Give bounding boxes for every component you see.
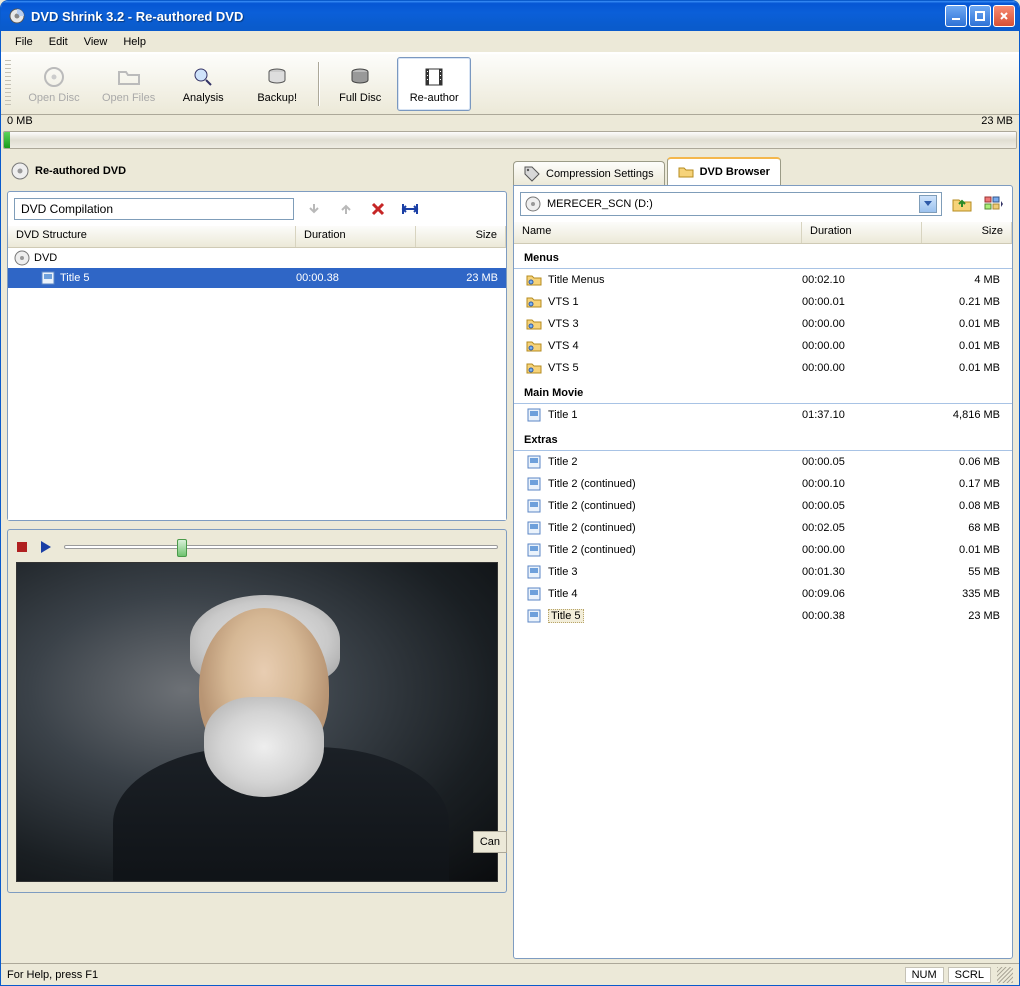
status-num: NUM: [905, 967, 944, 983]
col-size[interactable]: Size: [922, 222, 1012, 243]
re-author-button[interactable]: Re-author: [397, 57, 471, 111]
x-icon: [370, 201, 386, 217]
right-list-header: Name Duration Size: [514, 222, 1012, 244]
browser-row[interactable]: Title 400:09.06335 MB: [514, 583, 1012, 605]
size-min: 0 MB: [7, 115, 33, 131]
disc-icon: [42, 65, 66, 89]
menu-file[interactable]: File: [7, 34, 41, 50]
main-area: Re-authored DVD DVD Structure Duration S…: [1, 153, 1019, 963]
magnifier-icon: [191, 65, 215, 89]
status-bar: For Help, press F1 NUM SCRL: [1, 963, 1019, 985]
col-duration[interactable]: Duration: [296, 226, 416, 247]
browser-row[interactable]: VTS 100:00.010.21 MB: [514, 291, 1012, 313]
maximize-button[interactable]: [969, 5, 991, 27]
view-options-button[interactable]: [982, 193, 1006, 215]
analysis-button[interactable]: Analysis: [166, 57, 240, 111]
menu-help[interactable]: Help: [115, 34, 154, 50]
compilation-name-input[interactable]: [14, 198, 294, 220]
film-icon: [422, 65, 446, 89]
window-buttons: [945, 5, 1015, 27]
status-scrl: SCRL: [948, 967, 991, 983]
browser-row[interactable]: Title 2 (continued)00:00.000.01 MB: [514, 539, 1012, 561]
app-icon: [9, 8, 25, 24]
section-title: Main Movie: [514, 381, 1012, 404]
tree-row[interactable]: Title 500:00.3823 MB: [8, 268, 506, 288]
browser-row[interactable]: VTS 400:00.000.01 MB: [514, 335, 1012, 357]
size-labels: 0 MB 23 MB: [1, 115, 1019, 131]
folder-up-icon: [952, 195, 972, 213]
cancel-button[interactable]: Can: [473, 831, 507, 853]
tree-row[interactable]: DVD: [8, 248, 506, 268]
col-structure[interactable]: DVD Structure: [8, 226, 296, 247]
structure-tree[interactable]: DVDTitle 500:00.3823 MB: [8, 248, 506, 520]
browser-row[interactable]: Title 500:00.3823 MB: [514, 605, 1012, 627]
col-name[interactable]: Name: [514, 222, 802, 243]
browser-row[interactable]: VTS 300:00.000.01 MB: [514, 313, 1012, 335]
col-duration[interactable]: Duration: [802, 222, 922, 243]
right-panel: Compression Settings DVD Browser MERECER…: [513, 157, 1013, 959]
preview-image: [16, 562, 498, 882]
tab-dvd-browser[interactable]: DVD Browser: [667, 157, 781, 185]
col-size[interactable]: Size: [416, 226, 506, 247]
right-tabs: Compression Settings DVD Browser: [513, 157, 1013, 185]
size-max: 23 MB: [981, 115, 1013, 131]
browser-row[interactable]: Title 200:00.050.06 MB: [514, 451, 1012, 473]
menu-bar: File Edit View Help: [1, 31, 1019, 53]
tag-icon: [524, 166, 540, 182]
trim-button[interactable]: [398, 198, 422, 220]
size-progress: [3, 131, 1017, 149]
preview-slider[interactable]: [64, 538, 498, 556]
browser-list[interactable]: MenusTitle Menus00:02.104 MBVTS 100:00.0…: [514, 244, 1012, 958]
close-button[interactable]: [993, 5, 1015, 27]
titlebar[interactable]: DVD Shrink 3.2 - Re-authored DVD: [1, 1, 1019, 31]
browser-row[interactable]: Title 300:01.3055 MB: [514, 561, 1012, 583]
left-panel-header: Re-authored DVD: [7, 157, 507, 185]
preview-panel: Can: [7, 529, 507, 893]
status-help: For Help, press F1: [7, 969, 901, 981]
left-panel: Re-authored DVD DVD Structure Duration S…: [7, 157, 507, 959]
toolbar: Open Disc Open Files Analysis Backup! Fu…: [1, 53, 1019, 115]
chevron-down-icon: [919, 195, 937, 213]
move-up-button[interactable]: [334, 198, 358, 220]
drive-select[interactable]: MERECER_SCN (D:): [520, 192, 942, 216]
browser-row[interactable]: Title Menus00:02.104 MB: [514, 269, 1012, 291]
folder-open-icon: [117, 65, 141, 89]
left-list-header: DVD Structure Duration Size: [8, 226, 506, 248]
browser-row[interactable]: Title 101:37.104,816 MB: [514, 404, 1012, 426]
toolbar-grip[interactable]: [5, 60, 11, 108]
browser-row[interactable]: Title 2 (continued)00:00.050.08 MB: [514, 495, 1012, 517]
section-title: Menus: [514, 246, 1012, 269]
browser-row[interactable]: Title 2 (continued)00:02.0568 MB: [514, 517, 1012, 539]
trim-icon: [401, 201, 419, 217]
move-down-button[interactable]: [302, 198, 326, 220]
arrow-down-icon: [306, 201, 322, 217]
disc-icon: [525, 196, 541, 212]
browser-row[interactable]: VTS 500:00.000.01 MB: [514, 357, 1012, 379]
section-title: Extras: [514, 428, 1012, 451]
toolbar-separator: [318, 62, 319, 106]
stop-icon[interactable]: [16, 541, 28, 553]
browser-row[interactable]: Title 2 (continued)00:00.100.17 MB: [514, 473, 1012, 495]
resize-grip[interactable]: [997, 967, 1013, 983]
arrow-up-icon: [338, 201, 354, 217]
play-icon[interactable]: [40, 540, 52, 554]
disc-icon: [11, 162, 29, 180]
open-disc-button[interactable]: Open Disc: [17, 57, 91, 111]
backup-icon: [265, 65, 289, 89]
menu-view[interactable]: View: [76, 34, 116, 50]
tab-compression[interactable]: Compression Settings: [513, 161, 665, 185]
menu-edit[interactable]: Edit: [41, 34, 76, 50]
up-folder-button[interactable]: [950, 193, 974, 215]
left-header-title: Re-authored DVD: [35, 165, 126, 177]
window-title: DVD Shrink 3.2 - Re-authored DVD: [31, 9, 945, 24]
minimize-button[interactable]: [945, 5, 967, 27]
full-disc-icon: [348, 65, 372, 89]
open-files-button[interactable]: Open Files: [91, 57, 166, 111]
folder-icon: [678, 164, 694, 180]
delete-button[interactable]: [366, 198, 390, 220]
full-disc-button[interactable]: Full Disc: [323, 57, 397, 111]
app-window: DVD Shrink 3.2 - Re-authored DVD File Ed…: [0, 0, 1020, 986]
view-icon: [984, 196, 1004, 212]
backup-button[interactable]: Backup!: [240, 57, 314, 111]
